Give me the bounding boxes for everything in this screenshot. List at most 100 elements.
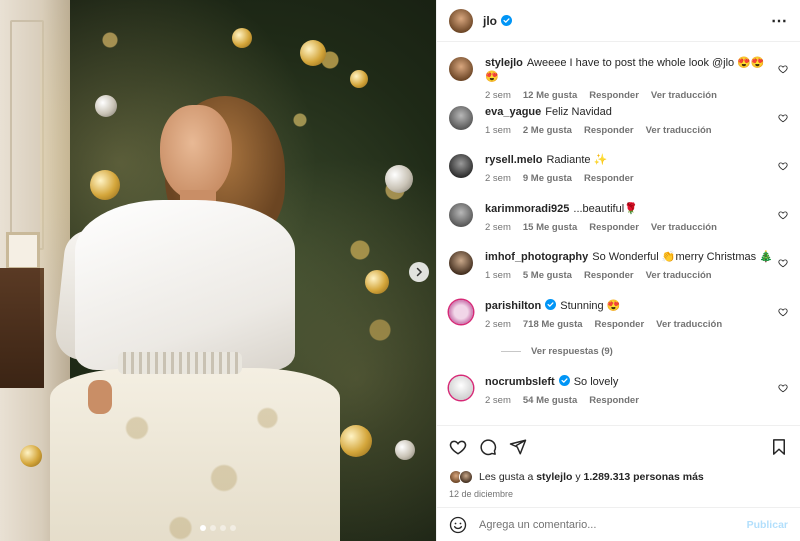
comment-likes[interactable]: 9 Me gusta [523, 173, 572, 184]
reply-button[interactable]: Responder [584, 173, 634, 184]
likes-prefix: Les gusta a [479, 471, 534, 483]
white-shirt [75, 200, 295, 370]
comment-bubble-icon[interactable] [479, 438, 497, 456]
commenter-username[interactable]: nocrumbsleft [485, 376, 555, 388]
comment-text: Stunning 😍 [560, 299, 621, 312]
carousel-indicator [0, 525, 436, 531]
hand [88, 380, 112, 414]
comment-time[interactable]: 2 sem [485, 173, 511, 184]
commenter-username[interactable]: parishilton [485, 300, 541, 312]
reply-button[interactable]: Responder [595, 319, 645, 330]
like-comment-heart-icon[interactable] [778, 161, 788, 171]
commenter-username[interactable]: stylejlo [485, 57, 523, 69]
dresser [0, 268, 44, 388]
commenter-username[interactable]: eva_yague [485, 106, 541, 118]
more-options-button[interactable]: ⋯ [771, 11, 788, 31]
translate-button[interactable]: Ver traducción [656, 319, 722, 330]
translate-button[interactable]: Ver traducción [646, 270, 712, 281]
commenter-avatar[interactable] [449, 57, 473, 81]
reply-button[interactable]: Responder [589, 395, 639, 406]
comment-time[interactable]: 2 sem [485, 222, 511, 233]
ornament [300, 40, 326, 66]
comment-input[interactable] [479, 518, 747, 531]
likes-count[interactable]: 1.289.313 personas más [584, 471, 704, 483]
photo-frame [6, 232, 40, 270]
ornament [385, 165, 413, 193]
comments-list: stylejlo Aweeee I have to post the whole … [437, 42, 800, 425]
like-comment-heart-icon[interactable] [778, 307, 788, 317]
comment-likes[interactable]: 54 Me gusta [523, 395, 577, 406]
ornament [395, 440, 415, 460]
carousel-next-button[interactable] [409, 262, 429, 282]
comment-likes[interactable]: 5 Me gusta [523, 270, 572, 281]
comment-item: stylejlo Aweeee I have to post the whole … [449, 56, 788, 105]
wall-panel [10, 20, 44, 250]
comment-likes[interactable]: 718 Me gusta [523, 319, 583, 330]
verified-badge-icon [501, 15, 512, 26]
comment-text: ...beautiful🌹 [573, 202, 638, 215]
ornament [90, 170, 120, 200]
publish-button[interactable]: Publicar [747, 519, 788, 531]
reply-button[interactable]: Responder [589, 222, 639, 233]
comment-item: karimmoradi925 ...beautiful🌹 2 sem 15 Me … [449, 202, 788, 251]
commenter-username[interactable]: rysell.melo [485, 154, 542, 166]
commenter-avatar[interactable] [449, 376, 473, 400]
comment-time[interactable]: 1 sem [485, 270, 511, 281]
emoji-smiley-icon[interactable] [449, 516, 467, 534]
instagram-post: jlo ⋯ stylejlo Aweeee I have to post the … [0, 0, 800, 541]
comment-time[interactable]: 2 sem [485, 90, 511, 101]
carousel-dot [230, 525, 236, 531]
comment-likes[interactable]: 2 Me gusta [523, 125, 572, 136]
replies-divider [501, 350, 521, 352]
reply-button[interactable]: Responder [584, 270, 634, 281]
comment-time[interactable]: 2 sem [485, 319, 511, 330]
commenter-username[interactable]: imhof_photography [485, 251, 588, 263]
like-comment-heart-icon[interactable] [778, 113, 788, 123]
save-bookmark-icon[interactable] [770, 438, 788, 456]
ornament [232, 28, 252, 48]
translate-button[interactable]: Ver traducción [651, 90, 717, 101]
like-comment-heart-icon[interactable] [778, 210, 788, 220]
comment-item: imhof_photography So Wonderful 👏merry Chr… [449, 250, 788, 299]
likes-connector: y [575, 471, 581, 483]
post-date[interactable]: 12 de diciembre [449, 489, 788, 499]
reply-button[interactable]: Responder [584, 125, 634, 136]
ornament [365, 270, 389, 294]
comment-time[interactable]: 1 sem [485, 125, 511, 136]
like-heart-icon[interactable] [449, 438, 467, 456]
commenter-avatar[interactable] [449, 105, 473, 130]
add-comment-bar: Publicar [437, 507, 800, 541]
verified-badge-icon [545, 298, 557, 310]
translate-button[interactable]: Ver traducción [651, 222, 717, 233]
comment-text: So Wonderful 👏merry Christmas 🎄 [592, 251, 773, 263]
post-side-panel: jlo ⋯ stylejlo Aweeee I have to post the … [436, 0, 800, 541]
commenter-avatar[interactable] [449, 154, 473, 178]
carousel-dot [220, 525, 226, 531]
like-comment-heart-icon[interactable] [778, 258, 788, 268]
comment-likes[interactable]: 15 Me gusta [523, 222, 577, 233]
author-username[interactable]: jlo [483, 14, 497, 28]
commenter-avatar[interactable] [449, 202, 473, 227]
share-paper-plane-icon[interactable] [509, 438, 527, 456]
translate-button[interactable]: Ver traducción [646, 125, 712, 136]
commenter-username[interactable]: karimmoradi925 [485, 203, 569, 215]
like-comment-heart-icon[interactable] [778, 64, 788, 74]
post-photo[interactable] [0, 0, 436, 541]
commenter-avatar[interactable] [449, 251, 473, 275]
comment-text: Radiante ✨ [546, 154, 608, 166]
liker-username[interactable]: stylejlo [536, 471, 572, 483]
likers-avatars [449, 470, 473, 484]
view-replies-label: Ver respuestas (9) [531, 345, 613, 357]
liker-avatar[interactable] [459, 470, 473, 484]
verified-badge-icon [558, 375, 570, 386]
commenter-avatar[interactable] [449, 299, 473, 324]
author-avatar[interactable] [449, 8, 473, 33]
ornament [340, 425, 372, 457]
comment-likes[interactable]: 12 Me gusta [523, 90, 577, 101]
like-comment-heart-icon[interactable] [778, 383, 788, 393]
comment-time[interactable]: 2 sem [485, 395, 511, 406]
reply-button[interactable]: Responder [589, 90, 639, 101]
ornament [95, 95, 117, 117]
view-replies-button[interactable]: Ver respuestas (9) [501, 339, 788, 363]
jeweled-belt [118, 352, 242, 374]
